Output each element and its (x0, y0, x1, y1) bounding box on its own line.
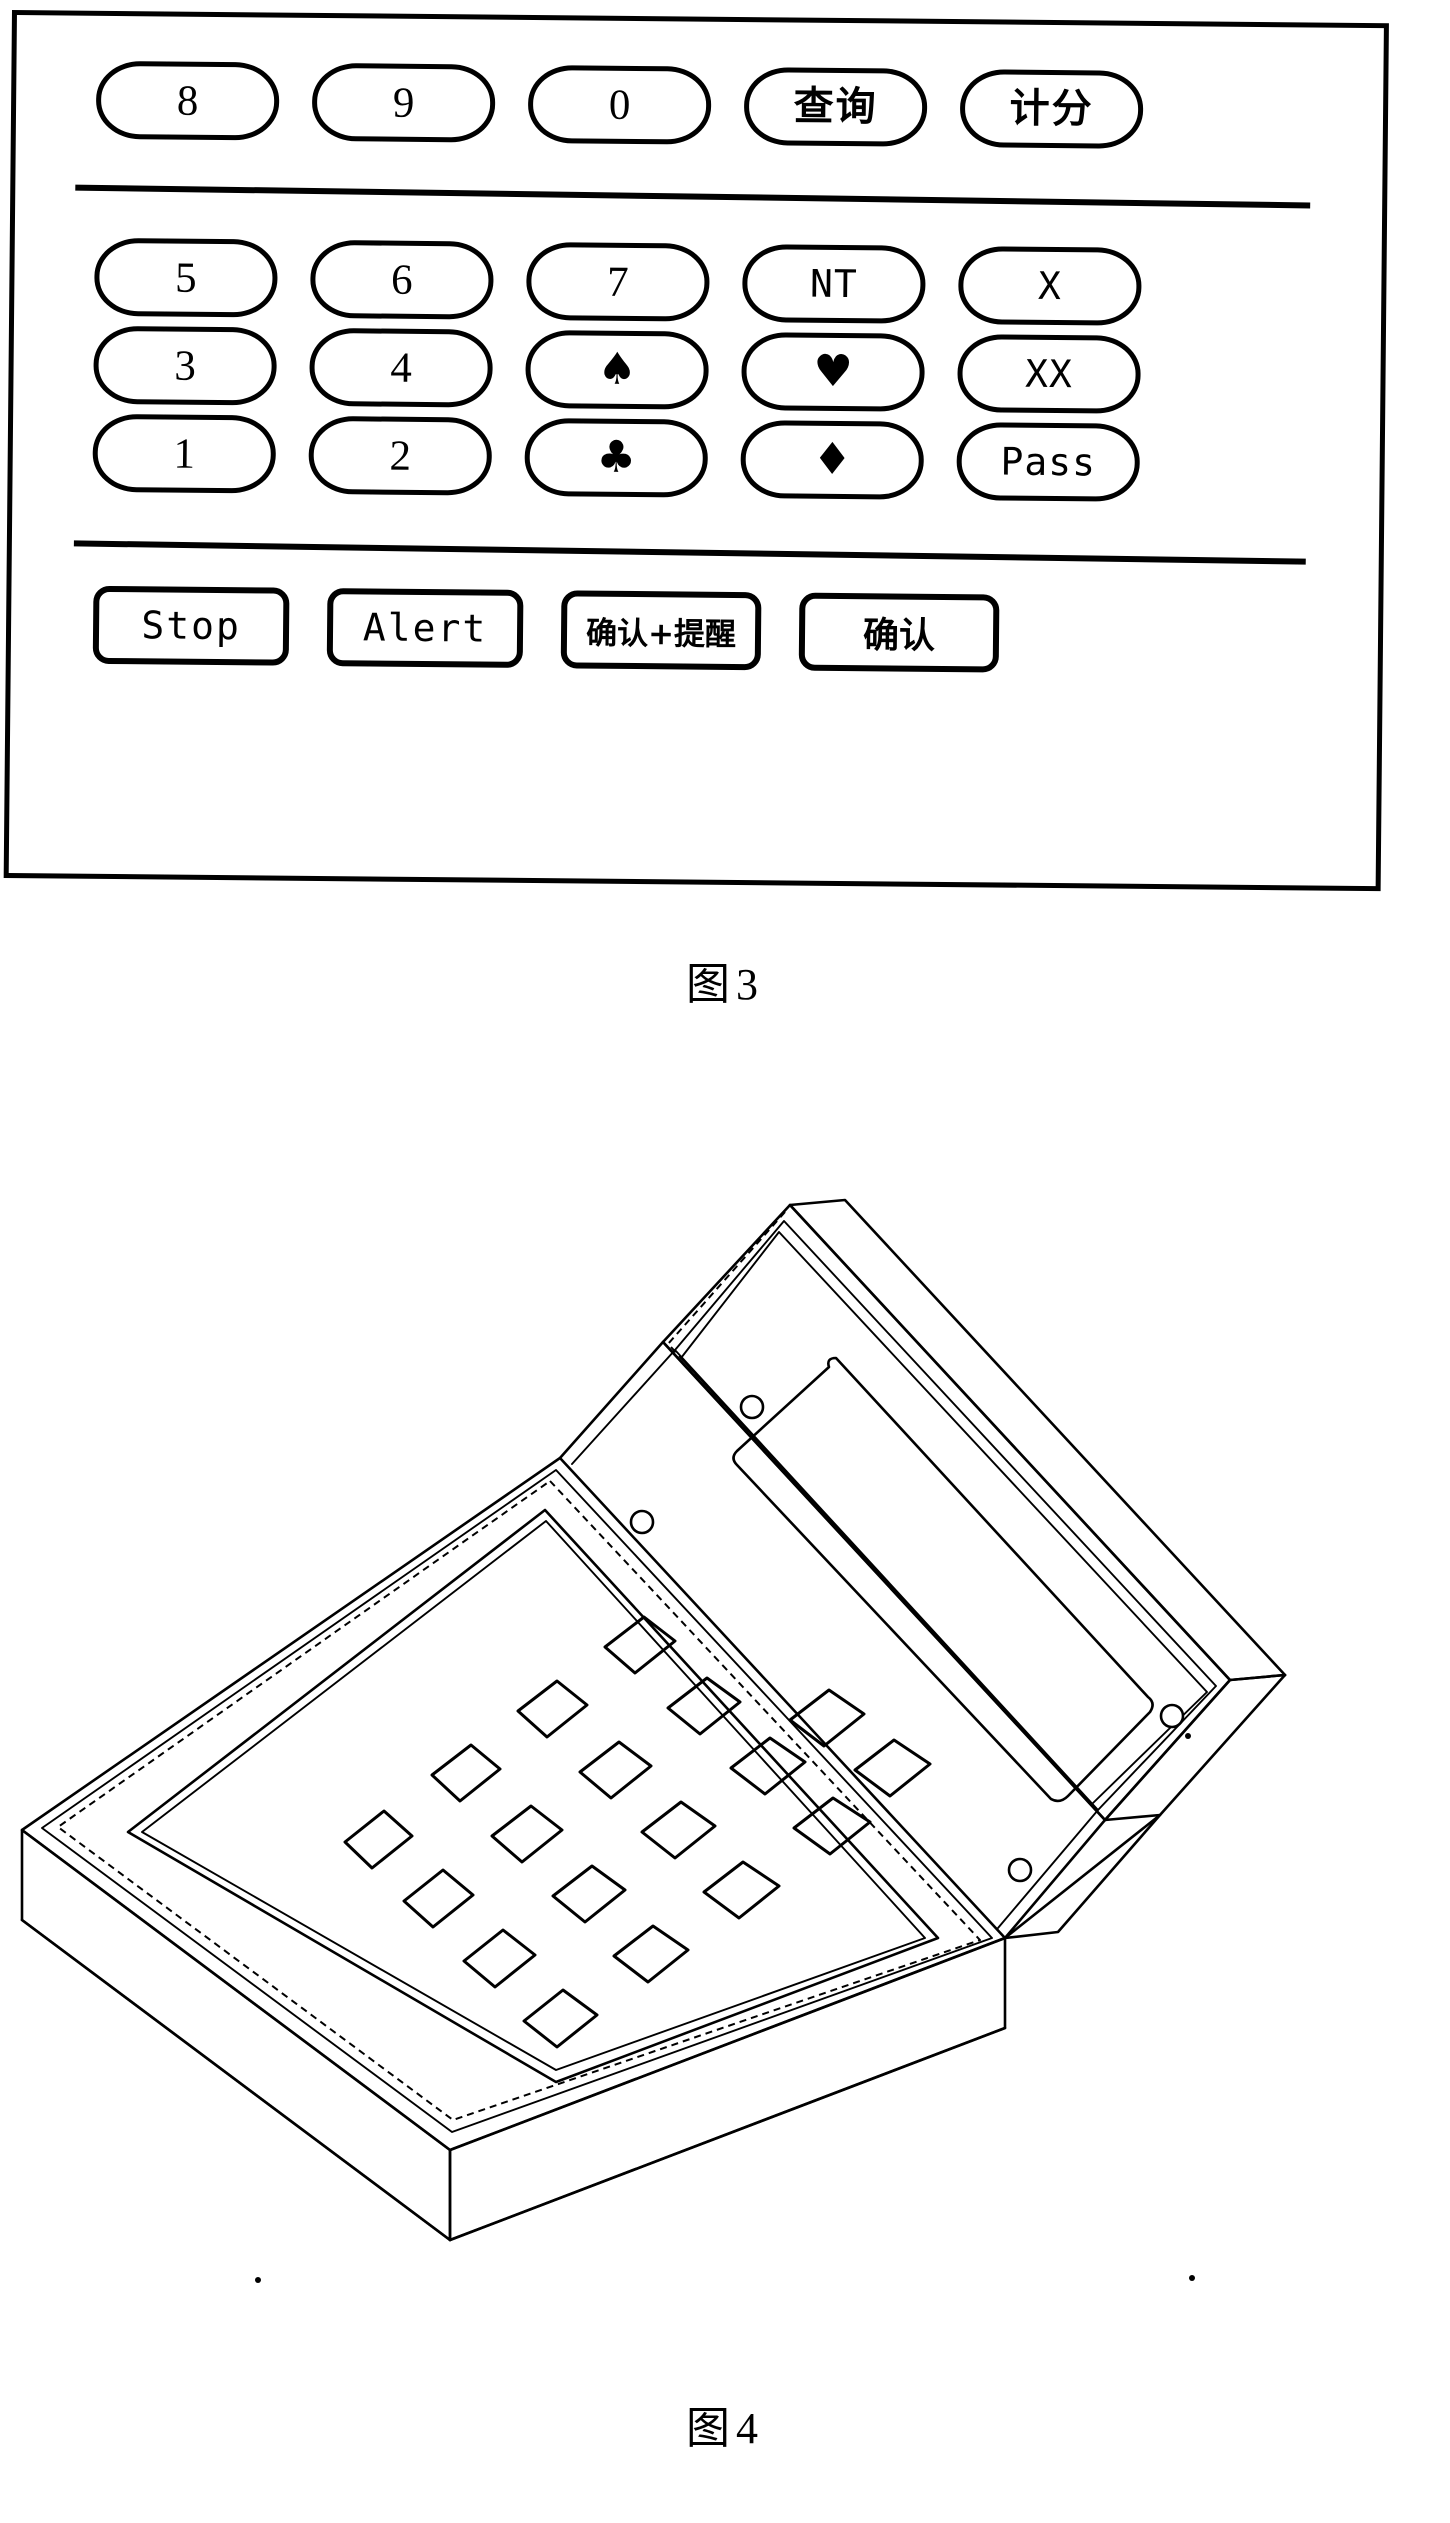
key-x[interactable]: X (958, 246, 1142, 326)
stop-button[interactable]: Stop (92, 585, 290, 666)
key-xx[interactable]: XX (957, 334, 1141, 414)
key-4[interactable]: 4 (309, 327, 493, 408)
device-isometric-drawing (20, 1198, 1287, 2283)
keypad-row-3: 3 4 ♠ ♥ XX (93, 325, 1141, 414)
figure-3-caption-label: 图 (686, 959, 736, 1010)
confirm-remind-button[interactable]: 确认+提醒 (560, 590, 762, 671)
figure-4-container: 图4 (0, 1120, 1450, 2454)
key-2[interactable]: 2 (308, 415, 493, 496)
keypad-panel: 8 9 0 查询 计分 5 6 7 NT X 3 4 ♠ ♥ XX 1 2 ♣ … (3, 10, 1389, 892)
key-3[interactable]: 3 (93, 325, 277, 406)
figure-3-caption: 图3 (0, 948, 1450, 1012)
key-8[interactable]: 8 (95, 60, 280, 141)
alert-button[interactable]: Alert (326, 588, 524, 668)
key-nt[interactable]: NT (742, 244, 926, 324)
keypad-base (20, 1456, 1007, 2242)
keypad-rows: 8 9 0 查询 计分 5 6 7 NT X 3 4 ♠ ♥ XX 1 2 ♣ … (9, 15, 1384, 886)
club-icon[interactable]: ♣ (524, 417, 709, 498)
keypad-row-4: 1 2 ♣ ♦ Pass (92, 413, 1141, 502)
diamond-icon[interactable]: ♦ (740, 420, 925, 500)
keypad-row-top: 8 9 0 查询 计分 (95, 60, 1144, 149)
figure-4-caption: 图4 (0, 2392, 1450, 2456)
key-pass[interactable]: Pass (956, 422, 1141, 502)
figure-3-container: 8 9 0 查询 计分 5 6 7 NT X 3 4 ♠ ♥ XX 1 2 ♣ … (0, 0, 1450, 1020)
key-1[interactable]: 1 (92, 413, 277, 494)
bezel-screw-top-left (739, 1394, 765, 1420)
scan-speck-right (1189, 2275, 1195, 2281)
figure-4-caption-number: 4 (736, 2404, 764, 2453)
bezel-screw-top-right (1159, 1703, 1185, 1729)
key-9[interactable]: 9 (311, 62, 496, 143)
keypad-plate (126, 1508, 940, 2084)
heart-icon[interactable]: ♥ (741, 332, 925, 412)
key-query[interactable]: 查询 (743, 67, 928, 147)
figure-4-caption-label: 图 (686, 2403, 736, 2454)
display-screen (732, 1356, 1154, 1803)
display-lid (629, 1198, 1287, 1940)
keypad-row-2: 5 6 7 NT X (94, 237, 1142, 326)
scan-speck-left (255, 2277, 261, 2283)
bezel-screw-bottom-right (1007, 1857, 1033, 1883)
key-5[interactable]: 5 (94, 237, 278, 318)
separator-line-bottom (73, 540, 1306, 565)
separator-line-top (75, 184, 1311, 209)
confirm-button[interactable]: 确认 (798, 592, 1000, 673)
key-7[interactable]: 7 (526, 241, 710, 322)
figure-3-caption-number: 3 (736, 960, 764, 1009)
bezel-screw-bottom-left (629, 1509, 655, 1535)
spade-icon[interactable]: ♠ (525, 329, 709, 410)
key-score[interactable]: 计分 (959, 69, 1144, 149)
key-0[interactable]: 0 (527, 64, 712, 145)
scan-speck-upper-right (1185, 1733, 1191, 1739)
key-6[interactable]: 6 (310, 239, 494, 320)
command-row: Stop Alert 确认+提醒 确认 (92, 585, 1000, 673)
